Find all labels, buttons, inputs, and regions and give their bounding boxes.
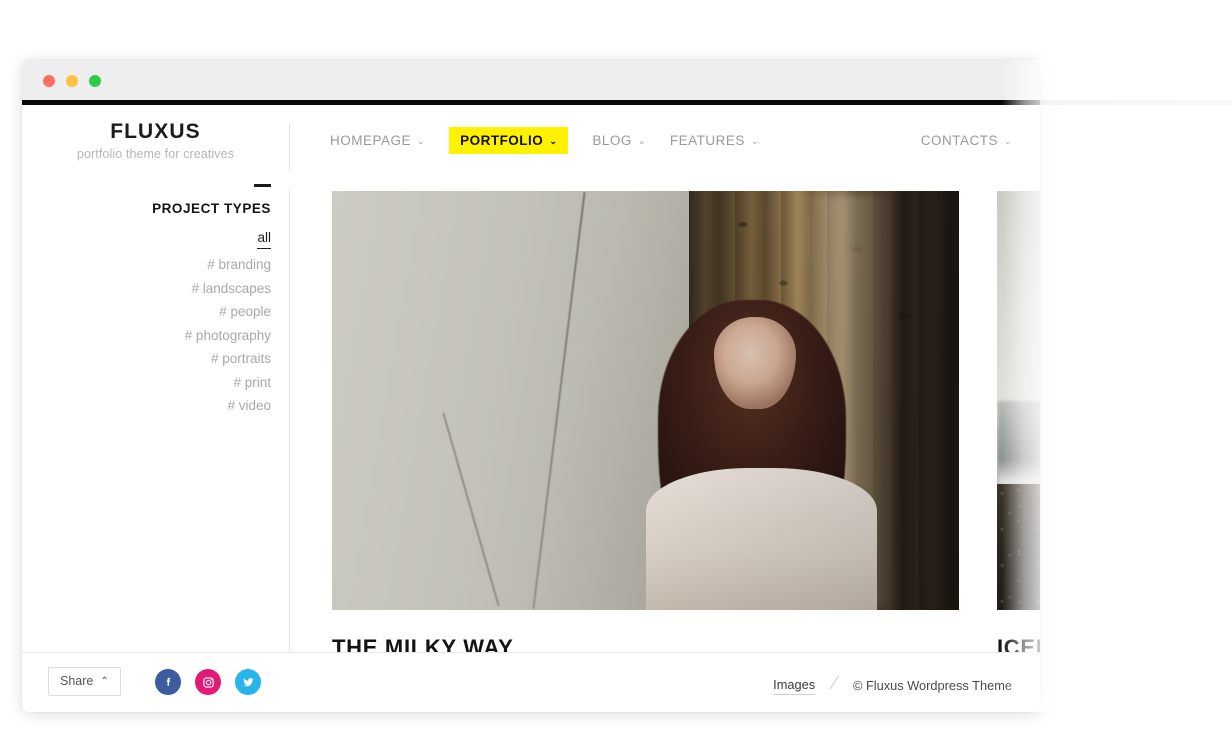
nav-item-features[interactable]: FEATURES ⌄ [670,133,759,148]
screenshot-stage: FLUXUS portfolio theme for creatives HOM… [0,0,1232,750]
nav-item-blog[interactable]: BLOG ⌄ [592,133,646,148]
project-card-iceland[interactable]: ICELAND [997,191,1040,661]
filter-item-all[interactable]: all [257,229,271,249]
project-thumbnail[interactable] [997,191,1040,610]
filter-item-video[interactable]: # video [227,398,271,413]
site-content: FLUXUS portfolio theme for creatives HOM… [22,105,1040,712]
content-vertical-divider [289,190,290,658]
sidebar-heading: PROJECT TYPES [152,201,271,216]
nav-item-label: CONTACTS [920,133,998,148]
project-image-iceland [997,191,1040,610]
photo-sky-layer [997,191,1040,426]
chevron-down-icon: ⌄ [549,136,558,146]
project-card-the-milky-way[interactable]: THE MILKY WAY [332,191,959,661]
project-image-the-milky-way [332,191,959,610]
sidebar-dash-icon [254,184,271,187]
twitter-icon[interactable] [235,669,261,695]
chevron-down-icon: ⌄ [1003,136,1012,146]
footer-meta: Images / © Fluxus Wordpress Theme [773,671,1012,696]
chevron-down-icon: ⌄ [750,136,759,146]
nav-item-homepage[interactable]: HOMEPAGE ⌄ [330,133,425,148]
maximize-window-button[interactable] [89,75,101,87]
traffic-lights [43,75,101,87]
nav-item-label: BLOG [592,133,632,148]
project-filter-sidebar: PROJECT TYPES all # branding # landscape… [22,183,289,418]
social-links [155,669,261,695]
filter-item-print[interactable]: # print [233,375,271,390]
brand-name: FLUXUS [110,120,201,143]
project-thumbnail[interactable] [332,191,959,610]
filter-item-people[interactable]: # people [219,304,271,319]
nav-item-label: FEATURES [669,133,745,148]
browser-window: FLUXUS portfolio theme for creatives HOM… [22,60,1040,712]
instagram-icon[interactable] [195,669,221,695]
site-footer: Share ⌃ Images / © Fluxus Wordpress Them… [22,652,1040,712]
chevron-down-icon: ⌄ [417,136,426,146]
chevron-down-icon: ⌄ [637,136,646,146]
filter-item-landscapes[interactable]: # landscapes [191,281,271,296]
site-header: FLUXUS portfolio theme for creatives HOM… [22,105,1040,183]
site-branding[interactable]: FLUXUS portfolio theme for creatives [22,105,289,161]
photo-foam-layer [1009,509,1040,585]
filter-item-branding[interactable]: # branding [207,257,271,272]
share-button[interactable]: Share ⌃ [48,667,121,696]
images-link[interactable]: Images [773,677,816,695]
window-edge-titlebar-continuation [1040,60,1232,100]
chevron-up-icon: ⌃ [100,675,109,687]
nav-item-portfolio[interactable]: PORTFOLIO ⌄ [449,127,569,154]
secondary-navigation: CONTACTS ⌄ [921,133,1012,148]
nav-item-label: HOMEPAGE [330,133,412,148]
project-filter-list: all # branding # landscapes # people # p… [22,229,271,418]
main-navigation: HOMEPAGE ⌄ PORTFOLIO ⌄ BLOG ⌄ FEATURES ⌄ [330,127,759,154]
copyright-text: © Fluxus Wordpress Theme [852,678,1012,693]
photo-vignette-layer [332,191,959,610]
nav-item-contacts[interactable]: CONTACTS ⌄ [921,133,1012,148]
nav-item-label: PORTFOLIO [460,133,544,148]
minimize-window-button[interactable] [66,75,78,87]
filter-item-photography[interactable]: # photography [185,328,271,343]
project-grid: THE MILKY WAY ICELAND [332,191,1040,661]
brand-tagline: portfolio theme for creatives [76,147,235,161]
facebook-icon[interactable] [155,669,181,695]
share-button-label: Share [60,674,94,688]
browser-titlebar [22,60,1040,100]
filter-item-portraits[interactable]: # portraits [211,351,271,366]
footer-separator: / [827,671,841,696]
close-window-button[interactable] [43,75,55,87]
